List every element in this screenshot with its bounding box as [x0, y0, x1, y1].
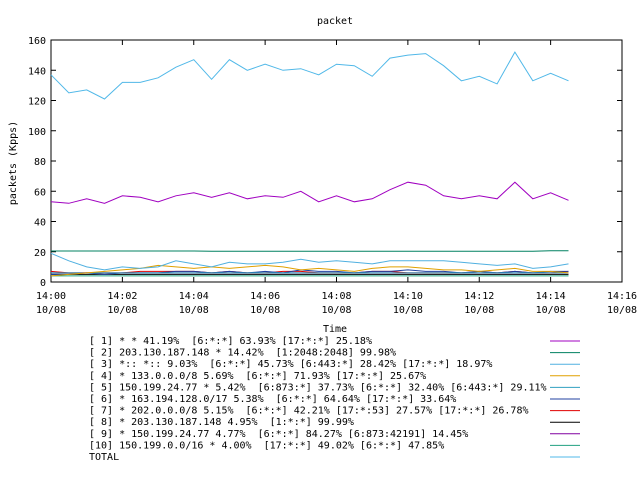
legend-label: [ 5] 150.199.24.77 * 5.42% [6:873:*] 37.…	[89, 382, 547, 393]
y-tick-label: 0	[40, 278, 46, 289]
x-tick-label-time: 14:06	[250, 291, 280, 302]
x-tick-label-time: 14:16	[607, 291, 637, 302]
x-tick-label-time: 14:02	[107, 291, 137, 302]
y-tick-label: 80	[34, 157, 46, 168]
y-tick-label: 160	[28, 36, 46, 47]
y-tick-label: 20	[34, 248, 46, 259]
legend-label: [ 8] * 203.130.187.148 4.95% [1:*:*] 99.…	[89, 417, 354, 428]
x-tick-label-date: 10/08	[321, 305, 351, 316]
y-tick-label: 100	[28, 127, 46, 138]
x-tick-label-date: 10/08	[464, 305, 494, 316]
x-tick-label-time: 14:12	[464, 291, 494, 302]
x-tick-label-time: 14:04	[179, 291, 209, 302]
x-axis-label: Time	[323, 324, 347, 335]
legend-label: [ 7] * 202.0.0.0/8 5.15% [6:*:*] 42.21% …	[89, 406, 529, 417]
legend-label: [10] 150.199.0.0/16 * 4.00% [17:*:*] 49.…	[89, 440, 444, 451]
x-tick-label-time: 14:14	[536, 291, 566, 302]
chart-title: packet	[317, 16, 353, 27]
x-tick-label-date: 10/08	[36, 305, 66, 316]
legend-label: [ 1] * * 41.19% [6:*:*] 63.93% [17:*:*] …	[89, 336, 372, 347]
x-tick-label-date: 10/08	[107, 305, 137, 316]
x-tick-label-date: 10/08	[536, 305, 566, 316]
legend-label: [ 6] * 163.194.128.0/17 5.38% [6:*:*] 64…	[89, 394, 456, 405]
x-tick-label-date: 10/08	[179, 305, 209, 316]
x-tick-label-time: 14:10	[393, 291, 423, 302]
y-tick-label: 60	[34, 187, 46, 198]
legend-label: [ 4] * 133.0.0.0/8 5.69% [6:*:*] 71.93% …	[89, 371, 426, 382]
legend-label: TOTAL	[89, 452, 119, 463]
y-tick-label: 40	[34, 218, 46, 229]
x-tick-label-time: 14:00	[36, 291, 66, 302]
x-tick-label-time: 14:08	[321, 291, 351, 302]
x-tick-label-date: 10/08	[607, 305, 637, 316]
legend-label: [ 9] * 150.199.24.77 4.77% [6:*:*] 84.27…	[89, 429, 468, 440]
legend-label: [ 2] 203.130.187.148 * 14.42% [1:2048:20…	[89, 348, 396, 359]
y-tick-label: 140	[28, 66, 46, 77]
legend-label: [ 3] *:: *:: 9.03% [6:*:*] 45.73% [6:443…	[89, 359, 492, 370]
x-tick-label-date: 10/08	[393, 305, 423, 316]
y-axis-label: packets (Kpps)	[8, 121, 19, 205]
packet-chart: packet packets (Kpps) Time 0 20 40 60 80 100 1…	[0, 0, 640, 480]
y-tick-label: 120	[28, 97, 46, 108]
x-tick-label-date: 10/08	[250, 305, 280, 316]
